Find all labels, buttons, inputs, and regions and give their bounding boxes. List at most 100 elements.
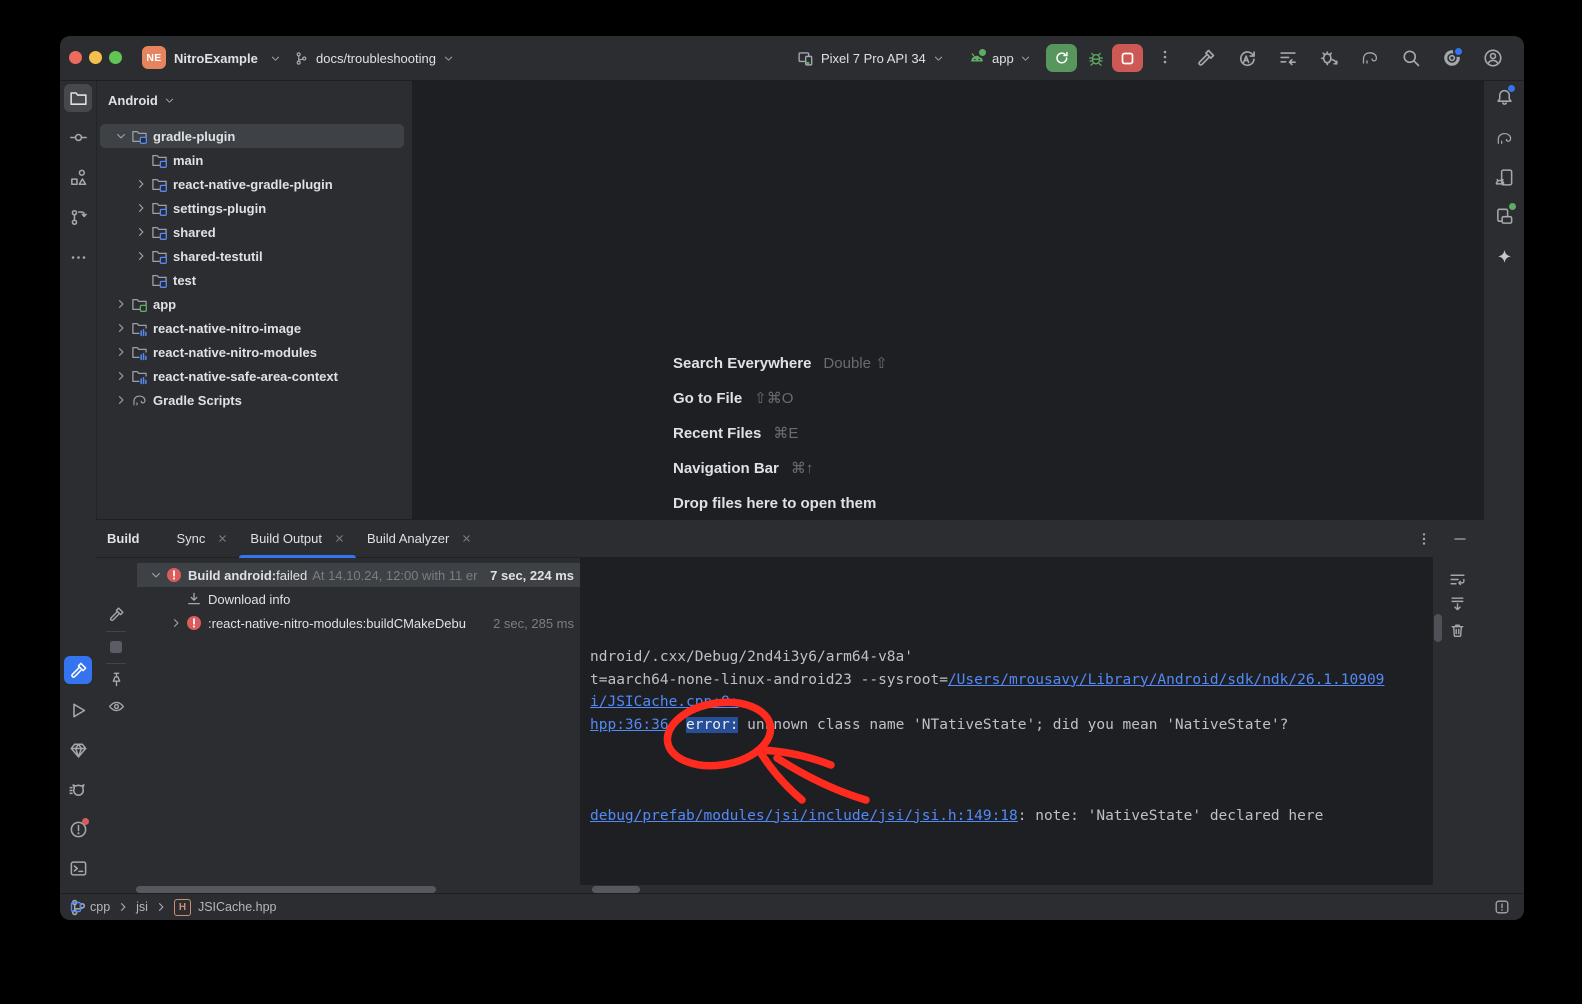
console-link[interactable]: i/JSICache.cpp:8: — [590, 694, 738, 710]
logcat-tool-button[interactable] — [64, 775, 92, 803]
project-tree-item-react-native-nitro-modules[interactable]: react-native-nitro-modules — [100, 340, 404, 364]
shortcut-row: Go to File⇧⌘O — [673, 387, 888, 409]
chevron-right-icon[interactable] — [132, 250, 150, 262]
chevron-right-icon[interactable] — [132, 226, 150, 238]
more-tools-button[interactable] — [64, 243, 92, 271]
app-quality-insights-tool-button[interactable] — [64, 736, 92, 764]
pull-requests-tool-button[interactable] — [64, 203, 92, 231]
project-tree-item-gradle-plugin[interactable]: gradle-plugin — [100, 124, 404, 148]
chevron-right-icon[interactable] — [112, 322, 130, 334]
chevron-right-icon[interactable] — [112, 298, 130, 310]
terminal-tool-button[interactable] — [64, 854, 92, 882]
sync-translate-icon[interactable] — [1236, 47, 1258, 69]
clear-all-icon[interactable] — [1447, 620, 1467, 640]
console-vertical-scrollbar[interactable] — [1434, 614, 1442, 642]
tree-horizontal-scrollbar[interactable] — [136, 886, 436, 893]
build-console[interactable]: ndroid/.cxx/Debug/2nd4i3y6/arm64-v8a't=a… — [580, 557, 1433, 885]
console-link[interactable]: debug/prefab/modules/jsi/include/jsi/jsi… — [590, 808, 1018, 824]
close-window-button[interactable] — [69, 51, 82, 64]
minimize-window-button[interactable] — [89, 51, 102, 64]
close-tab-icon[interactable] — [217, 533, 228, 544]
chevron-down-icon[interactable] — [147, 569, 165, 581]
chevron-right-icon[interactable] — [132, 202, 150, 214]
project-tree-item-shared-testutil[interactable]: shared-testutil — [100, 244, 404, 268]
search-icon[interactable] — [1400, 47, 1422, 69]
event-log-icon[interactable] — [1494, 899, 1510, 915]
build-tree-row-react-native-nitro-modules-buildcmakedebu[interactable]: :react-native-nitro-modules:buildCMakeDe… — [137, 611, 580, 635]
chevron-right-icon[interactable] — [167, 617, 185, 629]
structure-tool-button[interactable] — [64, 163, 92, 191]
project-tree-item-react-native-gradle-plugin[interactable]: react-native-gradle-plugin — [100, 172, 404, 196]
chevron-right-icon[interactable] — [132, 178, 150, 190]
tab-sync[interactable]: Sync — [166, 520, 240, 557]
build-step-meta: At 14.10.24, 12:00 with 11 er — [312, 568, 490, 583]
stop-button[interactable] — [1112, 44, 1143, 72]
chevron-down-icon[interactable] — [112, 130, 130, 142]
console-horizontal-scrollbar[interactable] — [592, 886, 640, 893]
console-link[interactable]: /Users/mrousavy/Library/Android/sdk/ndk/… — [948, 672, 1385, 688]
build-tool-button[interactable] — [64, 656, 92, 684]
profiler-bug-icon[interactable] — [1318, 47, 1340, 69]
console-link[interactable]: hpp:36:36 — [590, 717, 669, 733]
build-tree-row-build-android[interactable]: Build android: failedAt 14.10.24, 12:00 … — [137, 563, 580, 587]
build-hammer-icon[interactable] — [1195, 47, 1217, 69]
project-tree-item-gradle-scripts[interactable]: Gradle Scripts — [100, 388, 404, 412]
shortcut-row: Drop files here to open them — [673, 492, 888, 514]
build-tree-row-download-info[interactable]: Download info — [137, 587, 580, 611]
run-configuration-selector[interactable]: app — [968, 36, 1031, 80]
breadcrumb: cppjsiHJSICache.hpp — [70, 899, 277, 916]
project-tree-item-main[interactable]: main — [100, 148, 404, 172]
restore-list-icon[interactable] — [1277, 47, 1299, 69]
device-online-dot — [977, 47, 988, 58]
zoom-window-button[interactable] — [109, 51, 122, 64]
account-avatar-icon[interactable] — [1482, 47, 1504, 69]
vcs-branch-selector[interactable]: docs/troubleshooting — [294, 36, 454, 80]
rerun-button[interactable] — [1046, 44, 1077, 72]
device-selector[interactable]: Pixel 7 Pro API 34 — [797, 36, 944, 80]
project-selector[interactable]: NitroExample — [174, 36, 258, 80]
panel-options-kebab-icon[interactable] — [1416, 531, 1432, 547]
project-tool-button[interactable] — [64, 84, 92, 112]
project-tree-item-app[interactable]: app — [100, 292, 404, 316]
notifications-tool-button[interactable] — [1490, 83, 1518, 111]
pin-tab-icon[interactable] — [106, 669, 126, 689]
ide-window: NE NitroExample docs/troubleshooting Pix… — [60, 36, 1524, 920]
chevron-right-icon[interactable] — [112, 394, 130, 406]
debug-button[interactable] — [1086, 48, 1106, 68]
run-tool-button[interactable] — [64, 696, 92, 724]
preview-eye-icon[interactable] — [106, 696, 126, 716]
soft-wrap-icon[interactable] — [1447, 569, 1467, 589]
project-tree-item-react-native-nitro-image[interactable]: react-native-nitro-image — [100, 316, 404, 340]
chevron-down-icon — [1020, 53, 1031, 64]
more-actions-icon[interactable] — [1156, 48, 1174, 66]
project-tree-item-react-native-safe-area-context[interactable]: react-native-safe-area-context — [100, 364, 404, 388]
problems-tool-button[interactable] — [64, 815, 92, 843]
project-tree-item-settings-plugin[interactable]: settings-plugin — [100, 196, 404, 220]
gemini-tool-button[interactable] — [1490, 243, 1518, 271]
chevron-down-icon[interactable] — [270, 53, 281, 64]
close-tab-icon[interactable] — [461, 533, 472, 544]
chevron-right-icon[interactable] — [112, 370, 130, 382]
close-tab-icon[interactable] — [334, 533, 345, 544]
breadcrumb-item-cpp[interactable]: cpp — [90, 900, 110, 914]
chevron-right-icon[interactable] — [112, 346, 130, 358]
tab-build-analyzer[interactable]: Build Analyzer — [356, 520, 483, 557]
commit-tool-button[interactable] — [64, 123, 92, 151]
gradle-tool-button[interactable] — [1490, 124, 1518, 152]
settings-gear-icon[interactable] — [1441, 47, 1463, 69]
device-manager-tool-button[interactable] — [1490, 201, 1518, 229]
stop-build-icon[interactable] — [106, 637, 126, 657]
shortcut-action-label: Search Everywhere — [673, 355, 811, 372]
restart-build-icon[interactable] — [106, 604, 126, 624]
running-devices-tool-button[interactable] — [1490, 163, 1518, 191]
project-tree-item-shared[interactable]: shared — [100, 220, 404, 244]
scroll-to-end-icon[interactable] — [1447, 593, 1467, 613]
breadcrumb-item-jsicache-hpp[interactable]: JSICache.hpp — [198, 900, 277, 914]
project-view-selector[interactable]: Android — [108, 88, 175, 112]
breadcrumb-item-jsi[interactable]: jsi — [136, 900, 148, 914]
project-tree-item-test[interactable]: test — [100, 268, 404, 292]
hide-panel-icon[interactable] — [1452, 531, 1468, 547]
gradle-sync-icon[interactable] — [1359, 47, 1381, 69]
tab-build-output[interactable]: Build Output — [239, 520, 356, 557]
editor-area: Search EverywhereDouble ⇧Go to File⇧⌘ORe… — [412, 80, 1484, 519]
